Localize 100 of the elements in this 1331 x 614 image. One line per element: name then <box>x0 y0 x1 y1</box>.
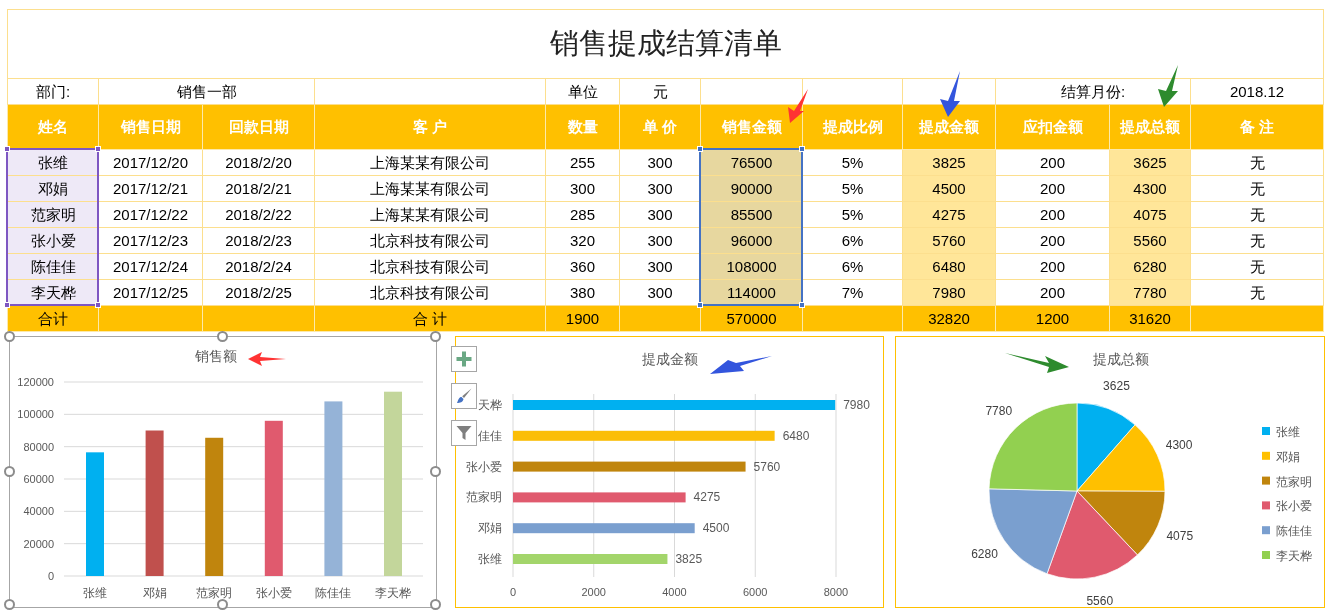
table-cell: 255 <box>545 149 620 176</box>
legend-label: 邓娟 <box>1276 449 1300 464</box>
data-label: 5760 <box>753 459 781 474</box>
legend-label: 张维 <box>1276 425 1300 439</box>
column-header: 销售日期 <box>98 104 203 150</box>
axis-tick-label: 120000 <box>17 376 54 388</box>
table-cell: 上海某某有限公司 <box>314 149 546 176</box>
table-cell: 5% <box>802 149 903 176</box>
category-label: 李天桦 <box>375 586 411 600</box>
data-label: 4500 <box>702 521 730 536</box>
data-label: 3825 <box>675 552 703 566</box>
total-cell: 合 计 <box>314 305 546 332</box>
data-label: 7780 <box>985 403 1013 418</box>
table-cell: 90000 <box>700 175 803 202</box>
table-cell: 5760 <box>902 227 996 254</box>
table-cell: 2017/12/25 <box>98 279 203 306</box>
table-cell: 2017/12/22 <box>98 201 203 228</box>
table-cell: 85500 <box>700 201 803 228</box>
table-cell: 无 <box>1190 149 1324 176</box>
total-cell: 31620 <box>1109 305 1191 332</box>
axis-tick-label: 100000 <box>17 408 54 421</box>
table-cell: 108000 <box>700 253 803 280</box>
category-label: 范家明 <box>196 586 233 600</box>
table-cell: 4500 <box>902 175 996 202</box>
table-cell: 北京科技有限公司 <box>314 227 546 254</box>
axis-tick-label: 2000 <box>581 586 606 598</box>
table-cell: 7780 <box>1109 279 1191 306</box>
field-label: 单位 <box>545 78 620 105</box>
table-cell: 114000 <box>700 279 803 306</box>
table-cell: 3825 <box>902 149 996 176</box>
table-cell: 320 <box>545 227 620 254</box>
category-label: 张维 <box>478 552 502 566</box>
table-cell: 2017/12/24 <box>98 253 203 280</box>
category-label: 邓娟 <box>478 521 502 536</box>
table-cell: 2018/2/25 <box>202 279 315 306</box>
table-cell: 2018/2/20 <box>202 149 315 176</box>
table-cell: 200 <box>995 201 1110 228</box>
table-cell: 3625 <box>1109 149 1191 176</box>
table-cell: 2017/12/21 <box>98 175 203 202</box>
data-label: 7980 <box>843 398 870 412</box>
table-cell: 300 <box>545 175 620 202</box>
data-label: 3625 <box>1103 379 1130 394</box>
axis-tick-label: 20000 <box>23 537 54 550</box>
table-cell: 5% <box>802 175 903 202</box>
chart-title: 提成总额 <box>1093 351 1149 367</box>
table-cell: 无 <box>1190 227 1324 254</box>
table-cell: 6480 <box>902 253 996 280</box>
data-label: 6280 <box>971 547 998 562</box>
table-cell: 200 <box>995 253 1110 280</box>
legend-label: 范家明 <box>1276 474 1312 489</box>
table-cell: 7980 <box>902 279 996 306</box>
table-cell: 无 <box>1190 175 1324 202</box>
column-header: 应扣金额 <box>995 104 1110 150</box>
table-cell: 96000 <box>700 227 803 254</box>
table-cell: 北京科技有限公司 <box>314 253 546 280</box>
sheet-title: 销售提成结算清单 <box>549 26 782 61</box>
axis-tick-label: 40000 <box>23 505 54 518</box>
table-cell: 200 <box>995 227 1110 254</box>
field-value: 元 <box>619 78 701 105</box>
category-label: 邓娟 <box>142 586 167 600</box>
table-cell: 2018/2/21 <box>202 175 315 202</box>
table-cell: 5% <box>802 201 903 228</box>
table-cell: 6% <box>802 253 903 280</box>
axis-tick-label: 6000 <box>743 586 768 598</box>
table-cell: 200 <box>995 175 1110 202</box>
category-label: 佳佳 <box>478 428 502 443</box>
field-value: 2018.12 <box>1190 78 1324 105</box>
table-cell: 285 <box>545 201 620 228</box>
table-cell: 360 <box>545 253 620 280</box>
category-label: 张维 <box>83 586 107 600</box>
total-cell: 1900 <box>545 305 620 332</box>
table-cell: 上海某某有限公司 <box>314 175 546 202</box>
axis-tick-label: 60000 <box>23 473 54 485</box>
table-cell: 2017/12/20 <box>98 149 203 176</box>
axis-tick-label: 0 <box>509 586 517 598</box>
table-cell: 4075 <box>1109 201 1191 228</box>
data-label: 5560 <box>1086 593 1114 607</box>
axis-tick-label: 8000 <box>823 586 849 598</box>
data-label: 4075 <box>1166 528 1194 543</box>
legend-label: 陈佳佳 <box>1276 524 1312 539</box>
table-cell: 北京科技有限公司 <box>314 279 546 306</box>
table-cell: 380 <box>545 279 620 306</box>
axis-tick-label: 0 <box>47 570 54 582</box>
legend-label: 张小爱 <box>1276 499 1312 514</box>
category-label: 陈佳佳 <box>315 586 352 600</box>
data-label: 4300 <box>1165 438 1193 452</box>
data-label: 4275 <box>693 490 721 505</box>
data-label: 6480 <box>782 428 810 443</box>
table-cell: 6% <box>802 227 903 254</box>
legend-label: 李天桦 <box>1276 549 1312 563</box>
column-header: 数量 <box>545 104 620 150</box>
table-cell: 7% <box>802 279 903 306</box>
table-cell: 200 <box>995 279 1110 306</box>
category-label: 天桦 <box>478 398 502 412</box>
category-label: 范家明 <box>466 490 502 505</box>
column-header: 回款日期 <box>202 104 315 150</box>
table-cell: 2017/12/23 <box>98 227 203 254</box>
field-label: 部门: <box>7 78 99 105</box>
table-cell: 无 <box>1190 279 1324 306</box>
axis-tick-label: 4000 <box>662 586 687 598</box>
